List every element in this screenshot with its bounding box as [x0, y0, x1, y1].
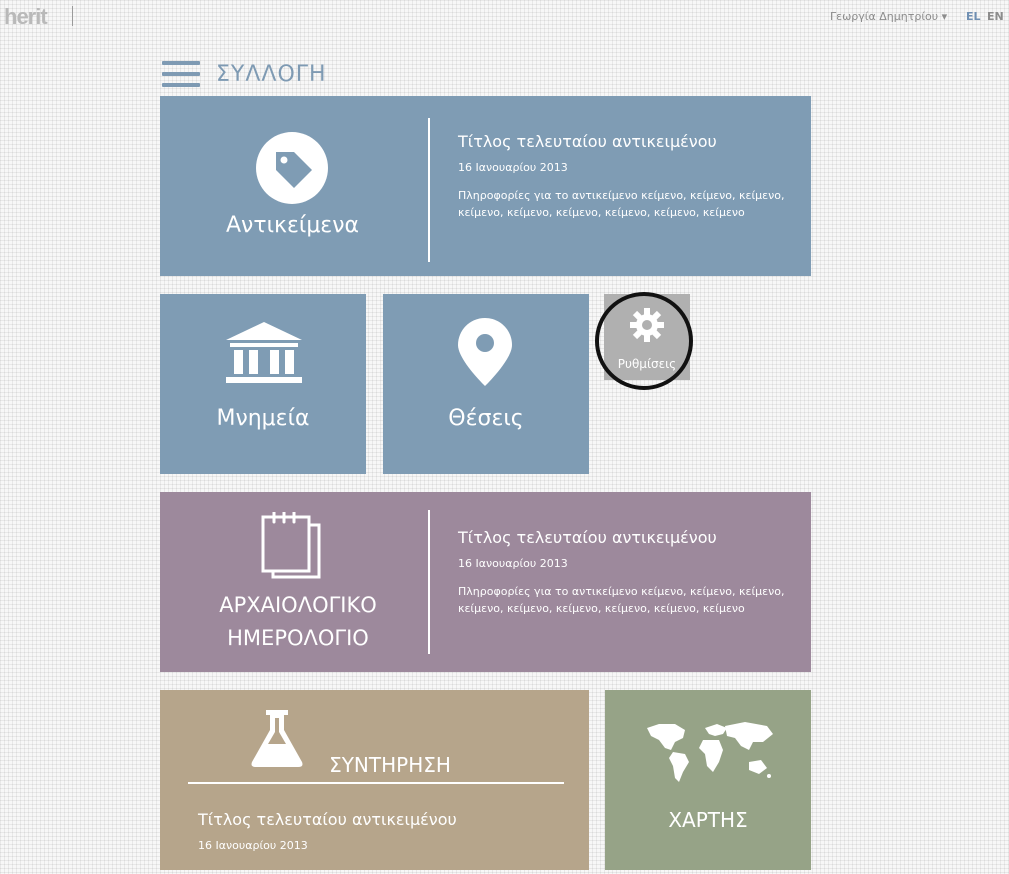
section-title: ΣΥΛΛΟΓΗ — [216, 62, 327, 87]
diary-latest-date: 16 Ιανουαρίου 2013 — [458, 557, 568, 570]
tile-objects[interactable]: Αντικείμενα Τίτλος τελευταίου αντικειμέν… — [160, 96, 811, 276]
diary-latest-info: Πληροφορίες για το αντικείμενο κείμενο, … — [458, 585, 785, 615]
tile-objects-label: Αντικείμενα — [225, 213, 359, 238]
tile-monuments[interactable]: Μνημεία — [160, 294, 366, 474]
tile-conservation-label: ΣΥΝΤΗΡΗΣΗ — [329, 753, 451, 777]
tile-places[interactable]: Θέσεις — [383, 294, 589, 474]
notepad-icon — [261, 512, 321, 579]
objects-latest-date: 16 Ιανουαρίου 2013 — [458, 161, 568, 174]
tile-archaeological-diary[interactable]: ΑΡΧΑΙΟΛΟΓΙΚΟ ΗΜΕΡΟΛΟΓΙΟ Τίτλος τελευταίο… — [160, 492, 811, 672]
tile-monuments-label: Μνημεία — [216, 406, 310, 431]
flask-icon — [251, 710, 303, 767]
tile-diary-label-line1: ΑΡΧΑΙΟΛΟΓΙΚΟ — [219, 593, 377, 617]
conservation-latest-date: 16 Ιανουαρίου 2013 — [198, 839, 308, 852]
tile-places-label: Θέσεις — [448, 406, 524, 431]
user-menu[interactable]: Γεωργία Δημητρίου ▾ — [830, 10, 947, 23]
conservation-divider — [188, 782, 564, 784]
tile-diary-label-line2: ΗΜΕΡΟΛΟΓΙΟ — [227, 626, 369, 650]
map-pin-icon — [458, 318, 512, 386]
logo-divider — [72, 6, 73, 26]
objects-latest-title[interactable]: Τίτλος τελευταίου αντικειμένου — [458, 132, 717, 151]
top-bar: herit Γεωργία Δημητρίου ▾ EL EN — [0, 0, 1009, 34]
tile-map-label: ΧΑΡΤΗΣ — [668, 808, 748, 832]
diary-latest-title[interactable]: Τίτλος τελευταίου αντικειμένου — [458, 528, 717, 547]
hamburger-menu-icon[interactable] — [162, 61, 200, 89]
world-map-icon — [647, 722, 773, 782]
tag-icon — [256, 132, 328, 204]
museum-icon — [226, 322, 302, 383]
tile-map[interactable]: ΧΑΡΤΗΣ — [605, 690, 811, 870]
tile-conservation[interactable]: ΣΥΝΤΗΡΗΣΗ Τίτλος τελευταίου αντικειμένου… — [160, 690, 589, 870]
tile-objects-divider — [428, 118, 430, 262]
objects-latest-info: Πληροφορίες για το αντικείμενο κείμενο, … — [458, 189, 785, 219]
conservation-latest-title[interactable]: Τίτλος τελευταίου αντικειμένου — [198, 810, 457, 829]
language-el-link[interactable]: EL — [966, 10, 981, 23]
settings-label: Ρυθμίσεις — [617, 357, 677, 371]
app-logo[interactable]: herit — [4, 4, 48, 30]
language-en-link[interactable]: EN — [987, 10, 1004, 23]
tile-diary-divider — [428, 510, 430, 654]
gear-icon — [630, 308, 664, 342]
settings-button[interactable]: Ρυθμίσεις — [604, 294, 690, 380]
